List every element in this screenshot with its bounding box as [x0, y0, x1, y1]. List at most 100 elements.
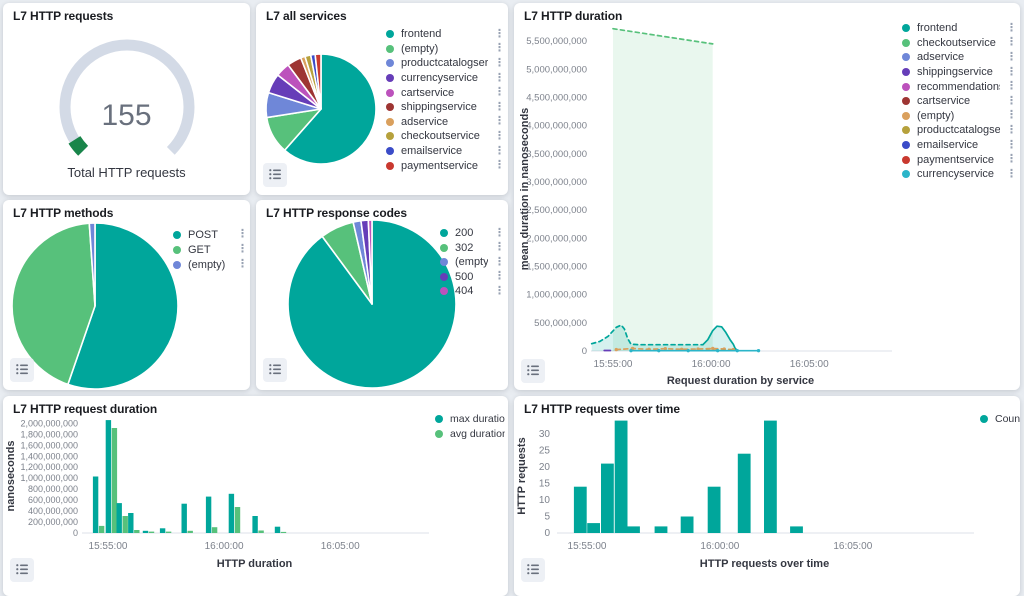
legend-item-menu-icon[interactable]: ⋮ [494, 29, 502, 40]
legend-item-menu-icon[interactable]: ⋮ [494, 87, 502, 98]
bar-max-duration[interactable] [143, 531, 148, 533]
legend-item-currencyservice[interactable]: currencyservice⋮ [386, 71, 502, 86]
bar-count[interactable] [615, 421, 628, 533]
legend-item-menu-icon[interactable]: ⋮ [494, 73, 502, 84]
bar-count[interactable] [681, 517, 694, 534]
legend-item-checkoutservice[interactable]: checkoutservice⋮ [386, 129, 502, 144]
bar-avg-duration[interactable] [149, 532, 154, 533]
legend-item--empty-[interactable]: (empty)⋮ [386, 42, 502, 57]
legend-item-menu-icon[interactable]: ⋮ [1006, 37, 1014, 48]
legend-item--empty-[interactable]: (empty)⋮ [440, 255, 502, 270]
legend-item-paymentservice[interactable]: paymentservice⋮ [902, 152, 1014, 167]
legend-toggle-button[interactable] [521, 558, 545, 582]
legend-item-recommendationservice[interactable]: recommendationservice⋮ [902, 79, 1014, 94]
legend-item-avg-duration[interactable]: avg duration [435, 427, 505, 442]
legend-item-302[interactable]: 302⋮ [440, 241, 502, 256]
bar-avg-duration[interactable] [188, 531, 193, 533]
legend-item-menu-icon[interactable]: ⋮ [1006, 81, 1014, 92]
legend-item-menu-icon[interactable]: ⋮ [1006, 23, 1014, 34]
bar-max-duration[interactable] [206, 497, 211, 533]
legend-toggle-button[interactable] [10, 558, 34, 582]
legend-item-frontend[interactable]: frontend⋮ [902, 21, 1014, 36]
legend-item-menu-icon[interactable]: ⋮ [494, 58, 502, 69]
legend-item-menu-icon[interactable]: ⋮ [494, 242, 502, 253]
legend-item-menu-icon[interactable]: ⋮ [494, 43, 502, 54]
bar-count[interactable] [738, 454, 751, 533]
bar-count[interactable] [764, 421, 777, 533]
legend-toggle-button[interactable] [521, 359, 545, 383]
legend-item-cartservice[interactable]: cartservice⋮ [386, 85, 502, 100]
legend-item-productcatalogservice[interactable]: productcatalogservice⋮ [386, 56, 502, 71]
bar-avg-duration[interactable] [166, 532, 171, 533]
legend-item-menu-icon[interactable]: ⋮ [494, 286, 502, 297]
legend-item-404[interactable]: 404⋮ [440, 284, 502, 299]
legend-item-menu-icon[interactable]: ⋮ [237, 259, 245, 270]
legend-item-menu-icon[interactable]: ⋮ [494, 131, 502, 142]
legend-item-menu-icon[interactable]: ⋮ [494, 228, 502, 239]
legend-item-emailservice[interactable]: emailservice⋮ [386, 144, 502, 159]
bar-avg-duration[interactable] [212, 527, 217, 533]
legend-item-cartservice[interactable]: cartservice⋮ [902, 94, 1014, 109]
legend-item-get[interactable]: GET⋮ [173, 242, 245, 257]
bar-max-duration[interactable] [252, 516, 257, 533]
bar-count[interactable] [627, 526, 640, 533]
bar-max-duration[interactable] [128, 513, 133, 533]
legend-item-menu-icon[interactable]: ⋮ [1006, 140, 1014, 151]
legend-item-menu-icon[interactable]: ⋮ [494, 146, 502, 157]
legend-item-menu-icon[interactable]: ⋮ [494, 102, 502, 113]
legend-item-count[interactable]: Count [980, 412, 1020, 427]
legend-toggle-button[interactable] [263, 358, 287, 382]
bar-max-duration[interactable] [182, 504, 187, 533]
legend-item-menu-icon[interactable]: ⋮ [1006, 154, 1014, 165]
bar-avg-duration[interactable] [258, 531, 263, 534]
bar-count[interactable] [574, 487, 587, 533]
legend-item-frontend[interactable]: frontend⋮ [386, 27, 502, 42]
legend-item-menu-icon[interactable]: ⋮ [1006, 125, 1014, 136]
legend-item-menu-icon[interactable]: ⋮ [494, 271, 502, 282]
legend-item-emailservice[interactable]: emailservice⋮ [902, 138, 1014, 153]
bar-max-duration[interactable] [106, 420, 111, 533]
bar-avg-duration[interactable] [99, 526, 104, 533]
legend-toggle-button[interactable] [263, 163, 287, 187]
legend-item-menu-icon[interactable]: ⋮ [1006, 110, 1014, 121]
bar-max-duration[interactable] [93, 477, 98, 534]
legend-item-500[interactable]: 500⋮ [440, 270, 502, 285]
legend-item-currencyservice[interactable]: currencyservice⋮ [902, 167, 1014, 182]
legend-item--empty-[interactable]: (empty)⋮ [173, 257, 245, 272]
bar-max-duration[interactable] [229, 494, 234, 533]
bar-avg-duration[interactable] [281, 532, 286, 533]
legend-item-paymentservice[interactable]: paymentservice⋮ [386, 158, 502, 173]
bar-max-duration[interactable] [275, 527, 280, 533]
legend-item-200[interactable]: 200⋮ [440, 226, 502, 241]
legend-item-productcatalogservice[interactable]: productcatalogservice⋮ [902, 123, 1014, 138]
legend-item-menu-icon[interactable]: ⋮ [237, 229, 245, 240]
legend-item-adservice[interactable]: adservice⋮ [902, 50, 1014, 65]
bar-count[interactable] [708, 487, 721, 533]
bar-avg-duration[interactable] [112, 428, 117, 533]
legend-item--empty-[interactable]: (empty)⋮ [902, 109, 1014, 124]
bar-avg-duration[interactable] [134, 530, 139, 533]
legend-item-adservice[interactable]: adservice⋮ [386, 115, 502, 130]
legend-toggle-button[interactable] [10, 358, 34, 382]
legend-item-menu-icon[interactable]: ⋮ [1006, 52, 1014, 63]
legend-item-max-duration[interactable]: max duration [435, 412, 505, 427]
bar-avg-duration[interactable] [235, 507, 240, 533]
legend-item-menu-icon[interactable]: ⋮ [494, 116, 502, 127]
legend-item-menu-icon[interactable]: ⋮ [1006, 169, 1014, 180]
bar-avg-duration[interactable] [123, 516, 128, 533]
bar-count[interactable] [655, 526, 668, 533]
legend-item-shippingservice[interactable]: shippingservice⋮ [386, 100, 502, 115]
bar-count[interactable] [790, 526, 803, 533]
legend-item-checkoutservice[interactable]: checkoutservice⋮ [902, 36, 1014, 51]
legend-item-menu-icon[interactable]: ⋮ [237, 244, 245, 255]
legend-item-menu-icon[interactable]: ⋮ [494, 160, 502, 171]
legend-item-menu-icon[interactable]: ⋮ [1006, 96, 1014, 107]
bar-max-duration[interactable] [117, 503, 122, 533]
legend-item-post[interactable]: POST⋮ [173, 227, 245, 242]
bar-count[interactable] [587, 523, 600, 533]
bar-max-duration[interactable] [160, 528, 165, 533]
legend-item-menu-icon[interactable]: ⋮ [494, 257, 502, 268]
legend-item-shippingservice[interactable]: shippingservice⋮ [902, 65, 1014, 80]
bar-count[interactable] [601, 464, 614, 533]
legend-item-menu-icon[interactable]: ⋮ [1006, 67, 1014, 78]
